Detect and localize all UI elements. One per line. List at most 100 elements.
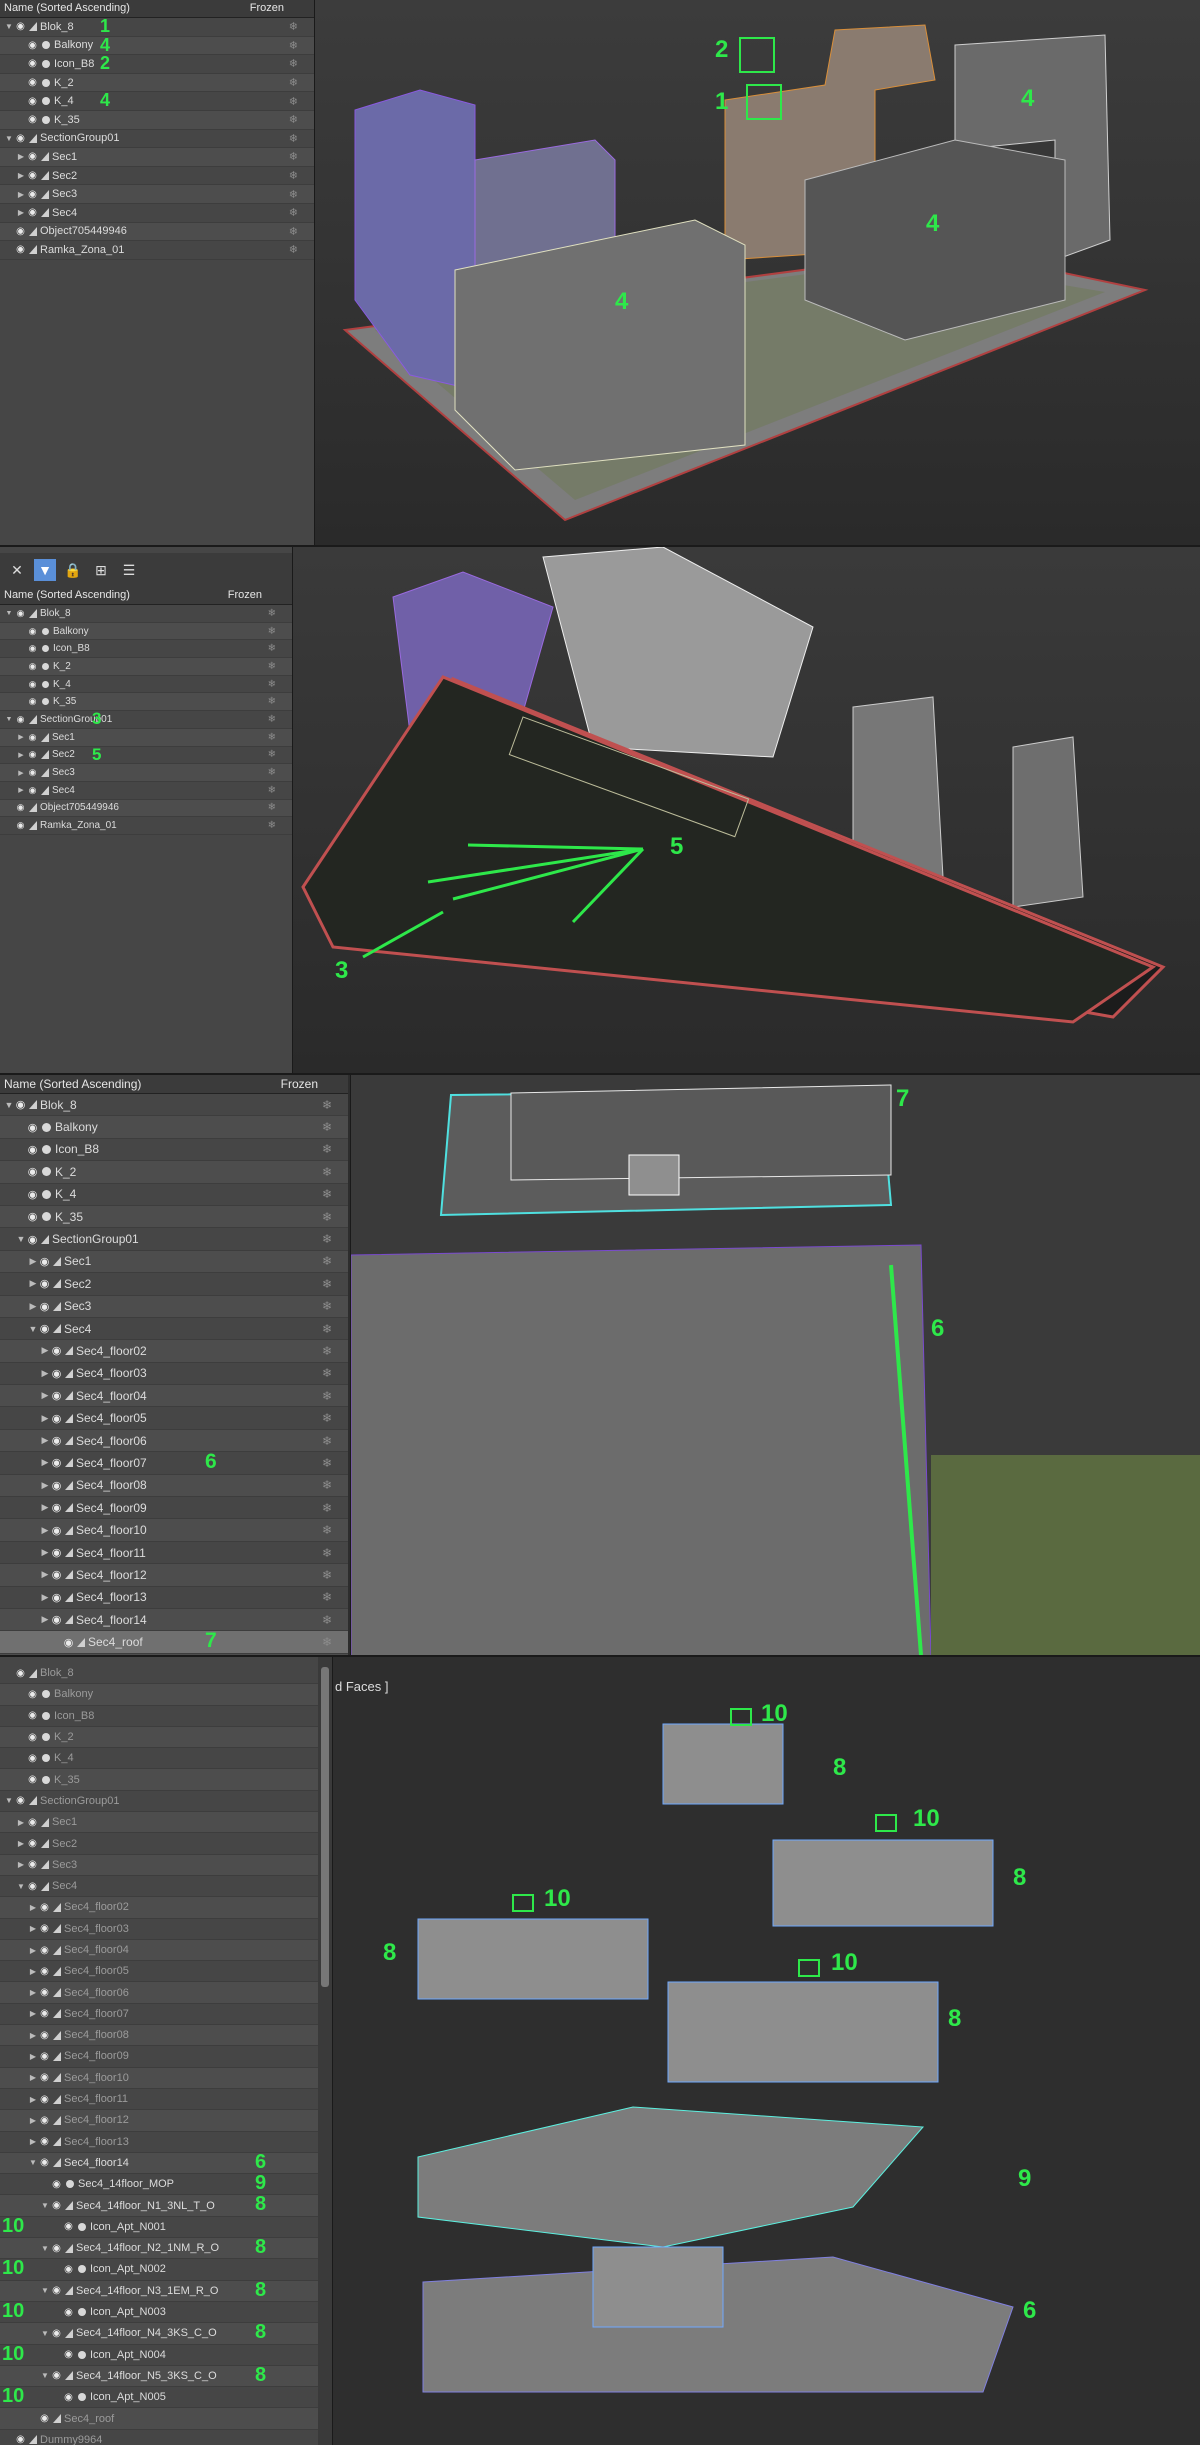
eye-icon[interactable]: ◉ — [26, 1881, 39, 1892]
expand-arrow-icon[interactable]: ▶ — [28, 2009, 38, 2018]
tree-row[interactable]: ▶ ◉ Sec4_floor02 ❄ — [0, 1340, 348, 1363]
tree-row[interactable]: ◉ Balkony ❄ — [0, 622, 292, 641]
tree-row[interactable]: ▶ ◉ Sec4_floor08 — [0, 2025, 332, 2047]
eye-icon[interactable]: ◉ — [38, 2136, 51, 2147]
lock-icon[interactable]: 🔒 — [62, 559, 84, 581]
tree-row[interactable]: ▶ ◉ Sec1 — [0, 1812, 332, 1834]
snowflake-icon[interactable]: ❄ — [322, 1210, 332, 1224]
viewport[interactable]: 5 3 — [292, 547, 1200, 1075]
snowflake-icon[interactable]: ❄ — [289, 57, 298, 70]
tree-row[interactable]: ▶ ◉ Sec1 ❄ — [0, 148, 314, 167]
eye-icon[interactable]: ◉ — [26, 40, 39, 51]
tree-row[interactable]: ◉ K_4 ❄ — [0, 1184, 348, 1206]
tree-row[interactable]: ▶ ◉ Sec4_floor09 ❄ — [0, 1497, 348, 1520]
tree-row[interactable]: ▼ ◉ Sec4_14floor_N5_3KS_C_O 8 — [0, 2364, 332, 2388]
snowflake-icon[interactable]: ❄ — [268, 661, 276, 672]
expand-arrow-icon[interactable]: ▶ — [28, 2031, 38, 2040]
viewport[interactable]: d Faces ] 10 8 10 8 10 8 10 8 9 6 — [332, 1657, 1200, 2445]
eye-icon[interactable]: ◉ — [26, 749, 39, 760]
tree-row[interactable]: ▼ ◉ SectionGroup01 — [0, 1791, 332, 1813]
snowflake-icon[interactable]: ❄ — [322, 1299, 332, 1313]
tree-row[interactable]: ◉ Sec4_roof 7 ❄ — [0, 1629, 348, 1654]
snowflake-icon[interactable]: ❄ — [268, 785, 276, 796]
tree-row[interactable]: ◉ Ramka_Zona_01 ❄ — [0, 241, 314, 260]
tree-row[interactable]: ▶ ◉ Sec4_floor05 ❄ — [0, 1407, 348, 1430]
eye-icon[interactable]: ◉ — [38, 2157, 51, 2168]
eye-icon[interactable]: ◉ — [14, 1795, 27, 1806]
eye-icon[interactable]: ◉ — [14, 1098, 27, 1111]
tree-row[interactable]: ▼ ◉ SectionGroup01 3 ❄ — [0, 709, 292, 729]
expand-arrow-icon[interactable]: ▶ — [40, 1413, 50, 1424]
eye-icon[interactable]: ◉ — [50, 1546, 63, 1559]
tree-row[interactable]: ▶ ◉ Sec2 — [0, 1833, 332, 1855]
expand-arrow-icon[interactable]: ▶ — [16, 190, 26, 199]
tree-row[interactable]: ◉ K_4 4 ❄ — [0, 90, 314, 111]
snowflake-icon[interactable]: ❄ — [322, 1165, 332, 1179]
eye-icon[interactable]: ◉ — [62, 2392, 75, 2403]
snowflake-icon[interactable]: ❄ — [268, 732, 276, 743]
eye-icon[interactable]: ◉ — [14, 2434, 27, 2445]
eye-icon[interactable]: ◉ — [38, 1255, 51, 1268]
eye-icon[interactable]: ◉ — [50, 1591, 63, 1604]
tree-row[interactable]: ◉ Blok_8 — [0, 1663, 332, 1685]
expand-arrow-icon[interactable]: ▶ — [40, 1592, 50, 1603]
eye-icon[interactable]: ◉ — [14, 820, 27, 831]
eye-icon[interactable]: ◉ — [38, 2030, 51, 2041]
eye-icon[interactable]: ◉ — [14, 608, 27, 619]
tree-row[interactable]: ▶ ◉ Sec4_floor11 ❄ — [0, 1542, 348, 1565]
expand-arrow-icon[interactable]: ▼ — [4, 22, 14, 31]
tree-row[interactable]: ◉ K_2 ❄ — [0, 1161, 348, 1184]
eye-icon[interactable]: ◉ — [38, 1300, 51, 1313]
snowflake-icon[interactable]: ❄ — [322, 1142, 332, 1156]
expand-arrow-icon[interactable]: ▶ — [40, 1547, 50, 1558]
eye-icon[interactable]: ◉ — [26, 1753, 39, 1764]
expand-arrow-icon[interactable]: ▶ — [28, 1903, 38, 1912]
expand-arrow-icon[interactable]: ▶ — [28, 1924, 38, 1933]
tree-row[interactable]: ▼ ◉ Sec4_14floor_N2_1NM_R_O 8 — [0, 2236, 332, 2260]
tree-row[interactable]: ◉ Icon_Apt_N003 10 — [0, 2300, 332, 2324]
snowflake-icon[interactable]: ❄ — [289, 150, 298, 163]
tree-row[interactable]: ▶ ◉ Sec4_floor03 — [0, 1919, 332, 1940]
expand-arrow-icon[interactable]: ▶ — [28, 1301, 38, 1312]
tree-row[interactable]: ▶ ◉ Sec4_floor07 6 ❄ — [0, 1450, 348, 1475]
tree-row[interactable]: ▼ ◉ Sec4_14floor_N4_3KS_C_O 8 — [0, 2321, 332, 2345]
eye-icon[interactable]: ◉ — [26, 1165, 39, 1178]
expand-arrow-icon[interactable]: ▶ — [40, 1435, 50, 1446]
tree-row[interactable]: ▶ ◉ Sec4_floor09 — [0, 2046, 332, 2068]
snowflake-icon[interactable]: ❄ — [322, 1366, 332, 1380]
expand-arrow-icon[interactable]: ▶ — [28, 1967, 38, 1976]
snowflake-icon[interactable]: ❄ — [268, 643, 276, 654]
snowflake-icon[interactable]: ❄ — [289, 188, 298, 201]
snowflake-icon[interactable]: ❄ — [268, 626, 276, 637]
eye-icon[interactable]: ◉ — [26, 1732, 39, 1743]
eye-icon[interactable]: ◉ — [38, 1902, 51, 1913]
expand-arrow-icon[interactable]: ▶ — [40, 1345, 50, 1356]
tree-row[interactable]: ◉ K_35 ❄ — [0, 110, 314, 130]
tree-row[interactable]: ◉ Icon_B8 2 ❄ — [0, 53, 314, 74]
tree-row[interactable]: ▶ ◉ Sec4_floor04 — [0, 1939, 332, 1962]
tree-row[interactable]: ▶ ◉ Sec4_floor06 ❄ — [0, 1429, 348, 1453]
tree-row[interactable]: ▶ ◉ Sec3 — [0, 1854, 332, 1876]
tree-row[interactable]: ◉ Object705449946 ❄ — [0, 799, 292, 818]
eye-icon[interactable]: ◉ — [50, 2179, 63, 2190]
expand-arrow-icon[interactable]: ▶ — [40, 1569, 50, 1580]
eye-icon[interactable]: ◉ — [50, 1412, 63, 1425]
snowflake-icon[interactable]: ❄ — [322, 1434, 332, 1448]
eye-icon[interactable]: ◉ — [26, 1210, 39, 1223]
eye-icon[interactable]: ◉ — [26, 643, 39, 654]
snowflake-icon[interactable]: ❄ — [322, 1232, 332, 1246]
snowflake-icon[interactable]: ❄ — [268, 608, 276, 619]
eye-icon[interactable]: ◉ — [62, 2221, 75, 2232]
eye-icon[interactable]: ◉ — [26, 189, 39, 200]
tree-row[interactable]: ▶ ◉ Sec4_floor05 — [0, 1961, 332, 1983]
expand-arrow-icon[interactable]: ▼ — [40, 2244, 50, 2253]
tree-row[interactable]: ▶ ◉ Sec3 ❄ — [0, 185, 314, 204]
expand-arrow-icon[interactable]: ▼ — [16, 1882, 26, 1891]
eye-icon[interactable]: ◉ — [38, 2115, 51, 2126]
expand-arrow-icon[interactable]: ▶ — [16, 171, 26, 180]
eye-icon[interactable]: ◉ — [26, 96, 39, 107]
tree-row[interactable]: ◉ Balkony — [0, 1684, 332, 1706]
snowflake-icon[interactable]: ❄ — [268, 679, 276, 690]
eye-icon[interactable]: ◉ — [50, 1613, 63, 1626]
eye-icon[interactable]: ◉ — [14, 21, 27, 32]
